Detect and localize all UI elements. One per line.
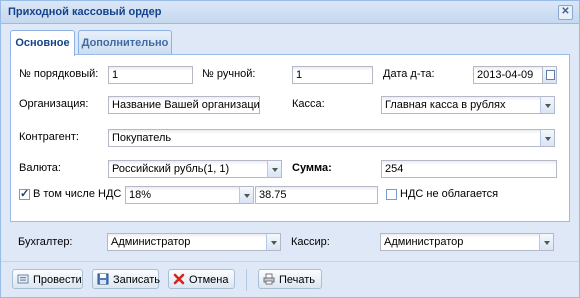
vat-rate-select[interactable]: 18% xyxy=(125,186,241,204)
save-icon xyxy=(97,273,109,285)
post-icon xyxy=(17,274,29,284)
no-vat-label: НДС не облагается xyxy=(400,188,499,200)
order-no-field[interactable]: 1 xyxy=(108,66,193,84)
sum-label: Сумма: xyxy=(292,162,332,174)
window-title: Приходной кассовый ордер xyxy=(8,6,162,18)
tab-main[interactable]: Основное xyxy=(10,30,75,56)
sum-field[interactable]: 254 xyxy=(381,160,557,178)
org-field[interactable]: Название Вашей организации xyxy=(108,96,260,114)
toolbar-divider xyxy=(1,261,579,262)
currency-dropdown-icon[interactable] xyxy=(267,160,282,178)
accountant-dropdown-icon[interactable] xyxy=(266,233,281,251)
calendar-icon[interactable] xyxy=(542,66,557,84)
accountant-select[interactable]: Администратор xyxy=(107,233,268,251)
print-button-label: Печать xyxy=(279,274,316,286)
vat-rate-dropdown-icon[interactable] xyxy=(239,186,254,204)
currency-label: Валюта: xyxy=(19,162,61,174)
close-icon[interactable]: ✕ xyxy=(558,5,573,20)
currency-select[interactable]: Российский рубль(1, 1) xyxy=(108,160,269,178)
tab-additional[interactable]: Дополнительно xyxy=(78,30,172,55)
cashier-select[interactable]: Администратор xyxy=(380,233,541,251)
printer-icon xyxy=(263,273,275,285)
main-panel: № порядковый: 1 № ручной: 1 Дата д-та: 2… xyxy=(10,54,570,222)
save-button-label: Записать xyxy=(113,274,161,286)
title-bar[interactable]: Приходной кассовый ордер ✕ xyxy=(1,1,579,24)
cash-select[interactable]: Главная касса в рублях xyxy=(381,96,542,114)
post-button-label: Провести xyxy=(33,274,82,286)
cash-order-window: Приходной кассовый ордер ✕ Основное Допо… xyxy=(0,0,580,298)
vat-amount-field[interactable]: 38.75 xyxy=(255,186,378,204)
counterparty-label: Контрагент: xyxy=(19,131,79,143)
counterparty-dropdown-icon[interactable] xyxy=(540,129,555,147)
org-label: Организация: xyxy=(19,98,89,110)
manual-no-label: № ручной: xyxy=(202,68,256,80)
date-label: Дата д-та: xyxy=(383,68,435,80)
order-no-label: № порядковый: xyxy=(19,68,99,80)
post-button[interactable]: Провести xyxy=(12,269,83,289)
print-button[interactable]: Печать xyxy=(258,269,322,289)
manual-no-field[interactable]: 1 xyxy=(292,66,373,84)
cash-label: Касса: xyxy=(292,98,325,110)
cancel-button[interactable]: Отмена xyxy=(168,269,235,289)
cashier-label: Кассир: xyxy=(291,236,330,248)
vat-included-checkbox[interactable] xyxy=(19,187,30,200)
no-vat-checkbox[interactable] xyxy=(386,189,397,200)
cancel-icon xyxy=(173,273,185,285)
save-button[interactable]: Записать xyxy=(92,269,161,289)
toolbar-separator xyxy=(246,269,247,291)
accountant-label: Бухгалтер: xyxy=(18,236,73,248)
cash-dropdown-icon[interactable] xyxy=(540,96,555,114)
date-field[interactable]: 2013-04-09 xyxy=(473,66,544,84)
counterparty-select[interactable]: Покупатель xyxy=(108,129,542,147)
vat-included-label: В том числе НДС xyxy=(33,188,122,200)
cashier-dropdown-icon[interactable] xyxy=(539,233,554,251)
cancel-button-label: Отмена xyxy=(189,274,229,286)
